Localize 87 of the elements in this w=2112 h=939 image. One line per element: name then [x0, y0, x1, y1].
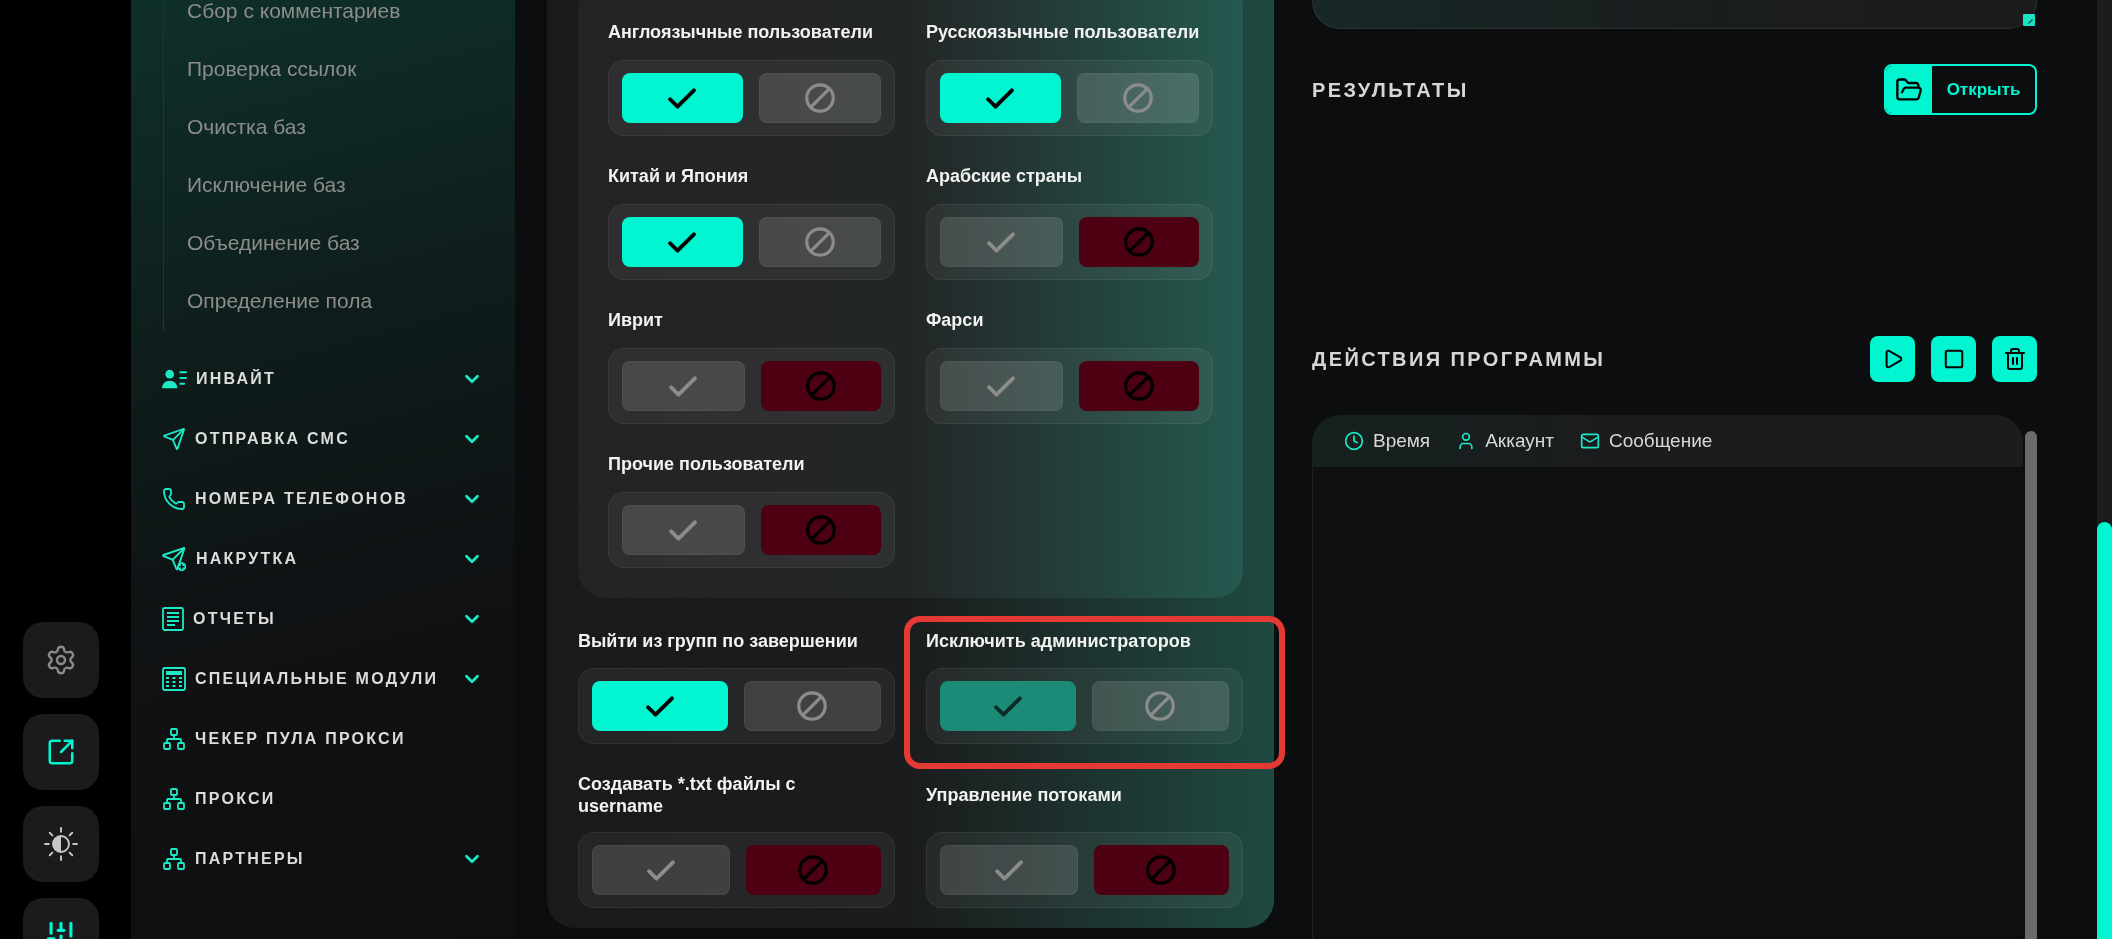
nav-item[interactable]: СПЕЦИАЛЬНЫЕ МОДУЛИ — [162, 649, 483, 709]
paper-plane-icon — [162, 427, 186, 451]
resize-handle-icon[interactable] — [2023, 14, 2035, 26]
block-button[interactable] — [758, 73, 881, 123]
open-button[interactable]: Открыть — [1884, 64, 2037, 115]
check-icon — [994, 859, 1023, 881]
external-link-button[interactable] — [23, 714, 99, 790]
block-button[interactable] — [758, 217, 881, 267]
section-title: ДЕЙСТВИЯ ПРОГРАММЫ — [1312, 346, 1606, 372]
network-icon — [162, 787, 186, 811]
option-label: Фарси — [926, 309, 984, 331]
ban-icon — [1123, 371, 1154, 401]
stop-button[interactable] — [1931, 336, 1976, 382]
check-icon — [987, 375, 1016, 397]
option-label: Управление потоками — [926, 784, 1122, 806]
allow-button[interactable] — [592, 681, 728, 731]
settings-icon — [45, 644, 77, 676]
stop-icon — [1942, 348, 1965, 370]
ban-icon — [805, 371, 836, 401]
ban-icon — [797, 691, 828, 721]
option-label: Исключить администраторов — [926, 630, 1191, 652]
submenu-item[interactable]: Сбор с комментариев — [187, 0, 401, 40]
option-label: Русскоязычные пользователи — [926, 21, 1200, 43]
nav-item[interactable]: ОТЧЕТЫ — [162, 589, 483, 649]
option-label: Китай и Япония — [608, 165, 749, 187]
nav-item[interactable]: ПРОКСИ — [162, 769, 483, 829]
theme-button[interactable] — [23, 806, 99, 882]
trash-icon — [2002, 347, 2027, 371]
option-label: Иврит — [608, 309, 663, 331]
option-label: Выйти из групп по завершении — [578, 630, 858, 652]
ban-icon — [1123, 227, 1154, 257]
nav-item[interactable]: НАКРУТКА — [162, 529, 483, 589]
option-label: Англоязычные пользователи — [608, 21, 873, 43]
nav-item[interactable]: ЧЕКЕР ПУЛА ПРОКСИ — [162, 709, 483, 769]
network-icon — [162, 727, 186, 751]
ban-icon — [1145, 691, 1176, 721]
ban-icon — [1122, 83, 1153, 113]
submenu-item[interactable]: Проверка ссылок — [187, 40, 357, 98]
check-icon — [669, 375, 698, 397]
submenu-item[interactable]: Очистка баз — [187, 98, 306, 156]
settings-button[interactable] — [23, 622, 99, 698]
delete-button[interactable] — [1992, 336, 2037, 382]
ban-icon — [805, 515, 836, 545]
check-icon — [987, 231, 1016, 253]
column-header: Сообщение — [1608, 428, 1713, 453]
allow-button[interactable] — [940, 73, 1061, 123]
section-title: РЕЗУЛЬТАТЫ — [1312, 77, 1469, 103]
ban-icon — [1146, 855, 1177, 885]
paper-plane-plus-icon — [162, 546, 187, 572]
check-icon — [986, 87, 1015, 109]
ban-icon — [804, 83, 835, 113]
network-icon — [162, 847, 186, 871]
scrollbar-thumb[interactable] — [2025, 431, 2037, 939]
check-icon — [668, 231, 697, 253]
nav-item[interactable]: ПАРТНЕРЫ — [162, 829, 483, 889]
external-link-icon — [46, 737, 76, 767]
clock-icon — [1344, 431, 1364, 451]
phone-icon — [162, 487, 186, 511]
option-label: Арабские страны — [926, 165, 1083, 187]
ban-icon — [798, 855, 829, 885]
nav-item[interactable]: ОТПРАВКА СМС — [162, 409, 483, 469]
check-icon — [668, 87, 697, 109]
option-label: Создавать *.txt файлы с username — [578, 773, 797, 817]
submenu-item[interactable]: Объединение баз — [187, 214, 360, 272]
block-button[interactable] — [743, 681, 881, 731]
nav-item[interactable]: НОМЕРА ТЕЛЕФОНОВ — [162, 469, 483, 529]
column-header: Время — [1373, 428, 1431, 453]
block-button[interactable] — [1076, 73, 1199, 123]
document-lines-icon — [162, 607, 184, 631]
sun-moon-icon — [44, 827, 78, 861]
user-list-icon — [162, 369, 187, 389]
nav-item[interactable]: ИНВАЙТ — [162, 349, 483, 409]
play-button[interactable] — [1870, 336, 1915, 382]
allow-button[interactable] — [622, 217, 743, 267]
calculator-icon — [162, 667, 186, 691]
allow-button[interactable] — [622, 73, 743, 123]
column-header: Аккаунт — [1485, 428, 1554, 453]
submenu-item[interactable]: Исключение баз — [187, 156, 346, 214]
check-icon — [669, 519, 698, 541]
ban-icon — [804, 227, 835, 257]
scrollbar-thumb[interactable] — [2097, 522, 2112, 939]
submenu-item[interactable]: Определение пола — [187, 272, 373, 330]
check-icon — [993, 695, 1022, 717]
check-icon — [645, 695, 674, 717]
option-label: Прочие пользователи — [608, 453, 805, 475]
mail-icon — [1579, 431, 1600, 451]
check-icon — [646, 859, 675, 881]
